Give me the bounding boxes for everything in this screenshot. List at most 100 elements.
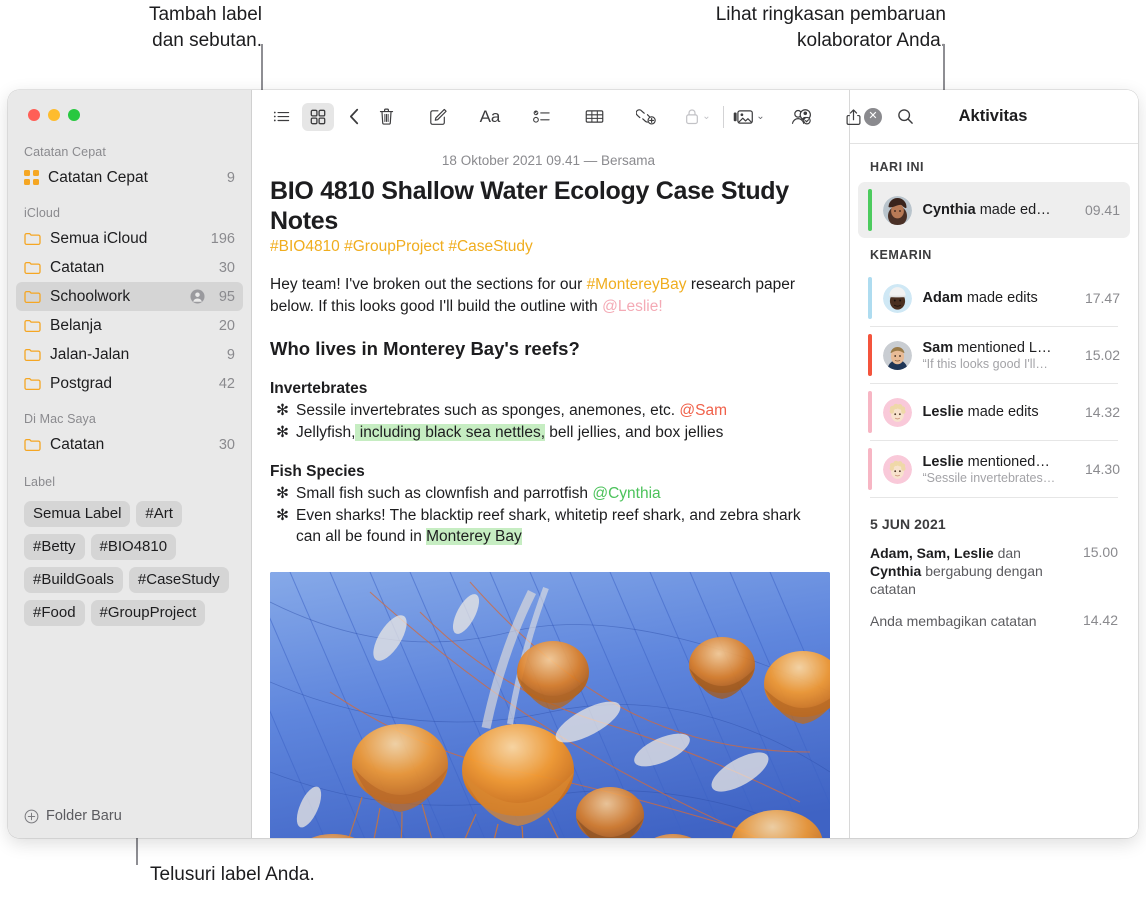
list-item[interactable]: ✻ Sessile invertebrates such as sponges,… — [270, 400, 827, 422]
list-item-text: Jellyfish, including black sea nettles, … — [296, 422, 827, 444]
highlighted-text: including black sea nettles, — [355, 423, 545, 441]
minimize-button[interactable] — [48, 109, 60, 121]
note-scroll-area[interactable]: 18 Oktober 2021 09.41 — Bersama BIO 4810… — [252, 143, 849, 838]
tag-chip-casestudy[interactable]: #CaseStudy — [128, 567, 229, 593]
note-intro-paragraph[interactable]: Hey team! I've broken out the sections f… — [270, 256, 827, 317]
sidebar-section-title-label: Label — [24, 475, 56, 489]
screenshot-root: Tambah label dan sebutan. Lihat ringkasa… — [0, 0, 1146, 904]
activity-item-action: mentioned L… — [953, 339, 1052, 356]
activity-list[interactable]: HARI INI Cynthia made ed… 09.41 KEMARIN … — [850, 144, 1138, 838]
mention-leslie[interactable]: @Leslie! — [602, 298, 663, 315]
sidebar-item-label: Schoolwork — [50, 287, 131, 305]
table-icon[interactable] — [578, 103, 610, 131]
checklist-icon[interactable] — [526, 103, 558, 131]
leslie-avatar — [882, 397, 912, 427]
list-item-text: Sessile invertebrates such as sponges, a… — [296, 400, 827, 422]
sidebar-item-count: 30 — [218, 259, 235, 276]
plus-circle-icon — [24, 809, 39, 824]
format-aa-icon[interactable]: Aa — [474, 103, 506, 131]
sidebar-item-catatan-icloud[interactable]: Catatan 30 — [16, 253, 243, 282]
compose-icon[interactable] — [422, 103, 454, 131]
sidebar-item-postgrad[interactable]: Postgrad 42 — [16, 369, 243, 398]
folder-icon — [24, 348, 41, 362]
activity-item-leslie-mention[interactable]: Leslie mentioned… “Sessile invertebrates… — [858, 441, 1130, 497]
intro-text-part1: Hey team! I've broken out the sections f… — [270, 276, 587, 293]
list-item-body: Sessile invertebrates such as sponges, a… — [296, 402, 680, 419]
activity-item-name: Leslie — [922, 404, 964, 420]
activity-item-name: Sam — [922, 339, 954, 356]
gallery-view-icon[interactable] — [302, 102, 334, 131]
activity-plain-joined: Adam, Sam, Leslie dan Cynthia bergabung … — [850, 540, 1138, 608]
activity-plain-conjunction: dan — [993, 545, 1021, 561]
activity-item-cynthia[interactable]: Cynthia made ed… 09.41 — [858, 182, 1130, 238]
activity-item-sam[interactable]: Sam mentioned L… “If this looks good I'l… — [858, 327, 1130, 383]
sidebar-item-catatan-mac[interactable]: Catatan 30 — [16, 430, 243, 459]
add-link-icon[interactable] — [630, 103, 662, 131]
tag-chip-art[interactable]: #Art — [136, 501, 182, 527]
note-column: Aa ⌄ ⌄ 18 Oktober 2021 09.41 — Bersama B… — [251, 90, 913, 838]
activity-item-name: Adam — [922, 290, 963, 306]
folder-icon — [24, 377, 41, 391]
list-item[interactable]: ✻ Jellyfish, including black sea nettles… — [270, 422, 827, 444]
new-folder-button[interactable]: Folder Baru — [8, 794, 251, 838]
sidebar-item-schoolwork[interactable]: Schoolwork 95 — [16, 282, 243, 311]
tag-chip-groupproject[interactable]: #GroupProject — [90, 600, 206, 626]
list-view-icon[interactable] — [266, 103, 298, 131]
close-icon[interactable]: ✕ — [864, 107, 882, 126]
note-title[interactable]: BIO 4810 Shallow Water Ecology Case Stud… — [270, 176, 827, 236]
sidebar-item-belanja[interactable]: Belanja 20 — [16, 311, 243, 340]
activity-item-time: 09.41 — [1084, 202, 1120, 218]
tag-chip-food[interactable]: #Food — [24, 600, 85, 626]
inline-hashtag-montereybay[interactable]: #MontereyBay — [587, 276, 687, 293]
activity-color-bar — [868, 189, 872, 231]
sidebar-item-count: 30 — [218, 436, 235, 453]
sidebar-section-title-dimacsaya: Di Mac Saya — [24, 412, 96, 426]
note-inline-tags[interactable]: #BIO4810 #GroupProject #CaseStudy — [270, 236, 827, 256]
window-traffic-lights — [8, 90, 251, 121]
activity-item-time: 14.32 — [1084, 404, 1120, 420]
activity-item-adam[interactable]: Adam made edits 17.47 — [858, 270, 1130, 326]
add-collaborator-icon[interactable] — [785, 103, 817, 131]
sidebar-item-jalan-jalan[interactable]: Jalan-Jalan 9 — [16, 340, 243, 369]
bullet-list-fish-species: ✻ Small fish such as clownfish and parro… — [270, 481, 827, 548]
activity-color-bar — [868, 277, 872, 319]
new-folder-label: Folder Baru — [46, 808, 122, 824]
mention-cynthia[interactable]: @Cynthia — [592, 485, 660, 502]
folder-icon — [24, 290, 41, 304]
media-icon[interactable]: ⌄ — [733, 103, 765, 131]
trash-icon[interactable] — [370, 103, 402, 131]
activity-item-leslie-edits[interactable]: Leslie made edits 14.32 — [858, 384, 1130, 440]
list-item-post: bell jellies, and box jellies — [545, 423, 724, 441]
lock-icon[interactable]: ⌄ — [682, 103, 714, 131]
list-item-pre: Even sharks! The blacktip reef shark, wh… — [296, 506, 801, 546]
activity-item-action: made edits — [962, 290, 1038, 306]
list-item[interactable]: ✻ Even sharks! The blacktip reef shark, … — [270, 505, 827, 548]
tag-list: Semua Label #Art #Betty #BIO4810 #BuildG… — [8, 493, 251, 626]
note-heading: Who lives in Monterey Bay's reefs? — [270, 338, 580, 359]
sidebar-item-count: 9 — [226, 169, 235, 186]
notes-app-window: Catatan Cepat Catatan Cepat 9 iCloud Sem… — [8, 90, 1138, 838]
tag-chip-betty[interactable]: #Betty — [24, 534, 85, 560]
close-button[interactable] — [28, 109, 40, 121]
sidebar-item-count: 42 — [218, 375, 235, 392]
sidebar-item-semua-icloud[interactable]: Semua iCloud 196 — [16, 224, 243, 253]
callout-tags-text: Tambah label dan sebutan. — [148, 4, 262, 51]
sidebar-item-catatan-cepat[interactable]: Catatan Cepat 9 — [16, 163, 243, 192]
chevron-down-icon: ⌄ — [702, 111, 711, 122]
adam-avatar — [882, 283, 912, 313]
list-item[interactable]: ✻ Small fish such as clownfish and parro… — [270, 483, 827, 505]
activity-group-title-yesterday: KEMARIN — [870, 248, 932, 262]
sidebar-item-count: 9 — [226, 346, 235, 363]
zoom-button[interactable] — [68, 109, 80, 121]
mention-sam[interactable]: @Sam — [679, 402, 727, 419]
tag-chip-bio4810[interactable]: #BIO4810 — [90, 534, 177, 560]
activity-color-bar — [868, 334, 872, 376]
back-chevron-icon[interactable] — [338, 103, 370, 131]
jellyfish-photo[interactable] — [270, 571, 830, 838]
sidebar-section-title-icloud: iCloud — [24, 206, 61, 220]
note-subheading-invertebrates: Invertebrates — [270, 380, 368, 397]
cynthia-avatar — [882, 195, 912, 225]
tag-chip-semua-label[interactable]: Semua Label — [24, 501, 131, 527]
tag-chip-buildgoals[interactable]: #BuildGoals — [24, 567, 123, 593]
activity-plain-text: Anda membagikan catatan — [870, 612, 1075, 630]
